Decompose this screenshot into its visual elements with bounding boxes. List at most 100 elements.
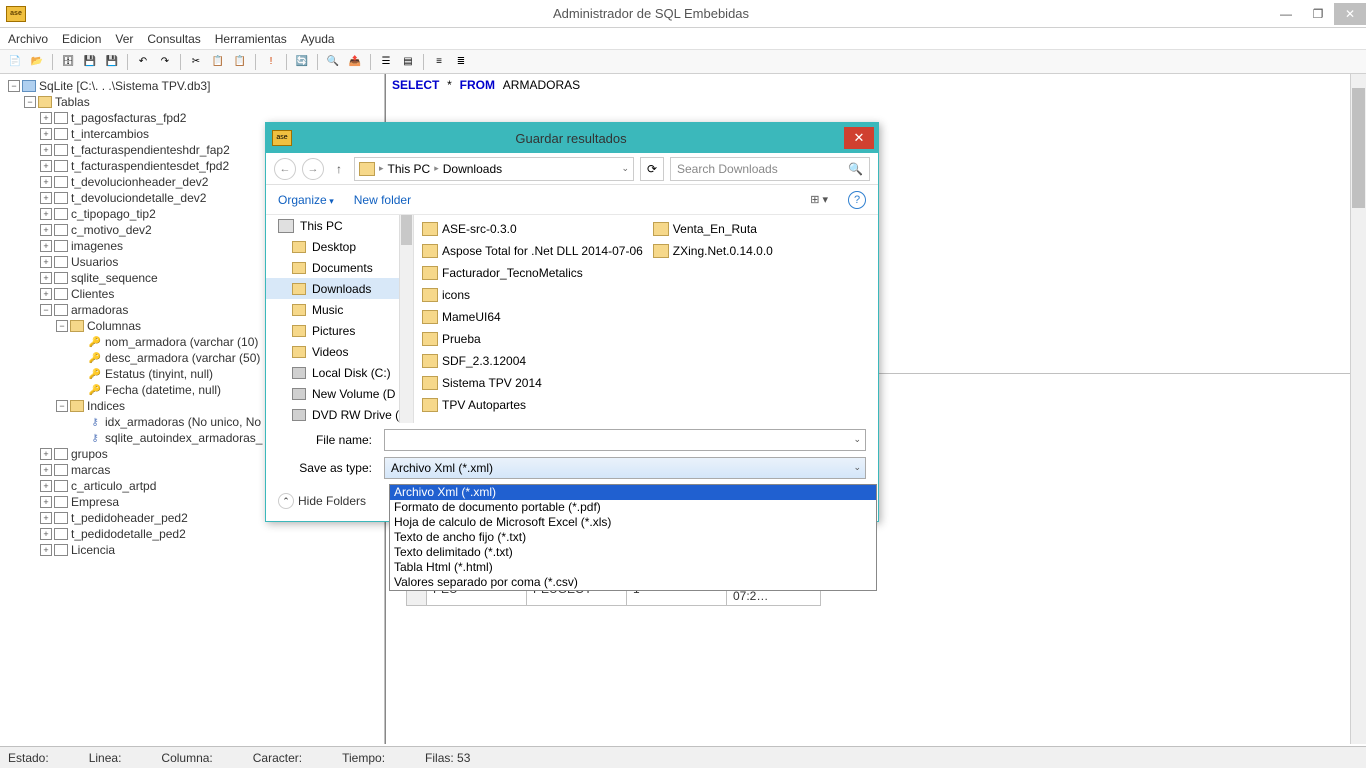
expand-icon[interactable]: + xyxy=(40,256,52,268)
tree-item[interactable]: sqlite_sequence xyxy=(71,271,158,285)
expand-icon[interactable]: − xyxy=(56,400,68,412)
tb-new-icon[interactable]: 📄 xyxy=(6,53,24,71)
tree-index[interactable]: idx_armadoras (No unico, No xyxy=(105,415,261,429)
new-folder-button[interactable]: New folder xyxy=(354,193,411,207)
sidebar-music[interactable]: Music xyxy=(266,299,413,320)
file-item[interactable]: Aspose Total for .Net DLL 2014-07-06 xyxy=(422,241,643,261)
view-button[interactable]: ⊞ ▾ xyxy=(810,193,828,206)
file-item[interactable]: TPV Autopartes xyxy=(422,395,643,415)
tree-root[interactable]: SqLite [C:\. . .\Sistema TPV.db3] xyxy=(39,79,210,93)
expand-icon[interactable]: + xyxy=(40,288,52,300)
tree-item[interactable]: t_intercambios xyxy=(71,127,149,141)
tree-item[interactable]: c_motivo_dev2 xyxy=(71,223,152,237)
expand-icon[interactable]: + xyxy=(40,272,52,284)
expand-icon[interactable]: + xyxy=(40,480,52,492)
sidebar-desktop[interactable]: Desktop xyxy=(266,236,413,257)
file-item[interactable]: MameUI64 xyxy=(422,307,643,327)
tb-refresh-icon[interactable]: 🔄 xyxy=(293,53,311,71)
expand-icon[interactable]: − xyxy=(56,320,68,332)
filename-input[interactable]: ⌄ xyxy=(384,429,866,451)
expand-icon[interactable]: − xyxy=(24,96,36,108)
dropdown-option[interactable]: Texto delimitado (*.txt) xyxy=(390,545,876,560)
sidebar-scrollbar[interactable] xyxy=(399,215,413,423)
sidebar-downloads[interactable]: Downloads xyxy=(266,278,413,299)
sidebar-thispc[interactable]: This PC xyxy=(266,215,413,236)
file-item[interactable]: Facturador_TecnoMetalics xyxy=(422,263,643,283)
tree-index[interactable]: sqlite_autoindex_armadoras_ xyxy=(105,431,262,445)
tree-item[interactable]: t_pedidoheader_ped2 xyxy=(71,511,188,525)
menu-consultas[interactable]: Consultas xyxy=(147,32,200,46)
sidebar-videos[interactable]: Videos xyxy=(266,341,413,362)
tree-column[interactable]: Fecha (datetime, null) xyxy=(105,383,221,397)
expand-icon[interactable]: + xyxy=(40,112,52,124)
vertical-scrollbar[interactable] xyxy=(1350,74,1366,744)
tb-open-icon[interactable]: 📂 xyxy=(28,53,46,71)
file-item[interactable]: SDF_2.3.12004 xyxy=(422,351,643,371)
expand-icon[interactable]: + xyxy=(40,208,52,220)
expand-icon[interactable]: + xyxy=(40,192,52,204)
tb-paste-icon[interactable]: 📋 xyxy=(231,53,249,71)
tree-column[interactable]: Estatus (tinyint, null) xyxy=(105,367,213,381)
tree-item[interactable]: Usuarios xyxy=(71,255,118,269)
tree-indices[interactable]: Indices xyxy=(87,399,125,413)
menu-edicion[interactable]: Edicion xyxy=(62,32,101,46)
file-item[interactable]: ASE-src-0.3.0 xyxy=(422,219,643,239)
tree-item[interactable]: Licencia xyxy=(71,543,115,557)
dropdown-option[interactable]: Tabla Html (*.html) xyxy=(390,560,876,575)
tree-item[interactable]: t_facturaspendientesdet_fpd2 xyxy=(71,159,229,173)
tree-item[interactable]: t_devoluciondetalle_dev2 xyxy=(71,191,206,205)
tb-cut-icon[interactable]: ✂ xyxy=(187,53,205,71)
dropdown-option[interactable]: Formato de documento portable (*.pdf) xyxy=(390,500,876,515)
path-segment[interactable]: Downloads xyxy=(443,162,502,176)
tb-export-icon[interactable]: 📤 xyxy=(346,53,364,71)
tb-align-icon[interactable]: ≡ xyxy=(430,53,448,71)
expand-icon[interactable]: + xyxy=(40,528,52,540)
organize-button[interactable]: Organize xyxy=(278,193,334,207)
search-input[interactable]: Search Downloads 🔍 xyxy=(670,157,870,181)
expand-icon[interactable]: + xyxy=(40,160,52,172)
tree-item[interactable]: c_tipopago_tip2 xyxy=(71,207,156,221)
tree-item[interactable]: t_facturaspendienteshdr_fap2 xyxy=(71,143,230,157)
saveastype-combo[interactable]: Archivo Xml (*.xml)⌄ xyxy=(384,457,866,479)
tree-armadoras[interactable]: armadoras xyxy=(71,303,128,317)
expand-icon[interactable]: + xyxy=(40,240,52,252)
file-item[interactable]: Prueba xyxy=(422,329,643,349)
sidebar-localc[interactable]: Local Disk (C:) xyxy=(266,362,413,383)
file-item[interactable]: Venta_En_Ruta xyxy=(653,219,773,239)
tree-columnas[interactable]: Columnas xyxy=(87,319,141,333)
expand-icon[interactable]: + xyxy=(40,176,52,188)
tree-item[interactable]: c_articulo_artpd xyxy=(71,479,156,493)
help-button[interactable]: ? xyxy=(848,191,866,209)
filetype-dropdown[interactable]: Archivo Xml (*.xml)Formato de documento … xyxy=(389,484,877,591)
tb-fwd-icon[interactable]: ↷ xyxy=(156,53,174,71)
file-item[interactable]: icons xyxy=(422,285,643,305)
tb-list-icon[interactable]: ☰ xyxy=(377,53,395,71)
dialog-close-button[interactable]: ✕ xyxy=(844,127,874,149)
scroll-thumb[interactable] xyxy=(1352,88,1365,208)
tree-item[interactable]: t_devolucionheader_dev2 xyxy=(71,175,208,189)
nav-forward-button[interactable]: → xyxy=(302,158,324,180)
tree-item[interactable]: marcas xyxy=(71,463,110,477)
expand-icon[interactable]: + xyxy=(40,496,52,508)
breadcrumb[interactable]: ▸ This PC ▸ Downloads ⌄ xyxy=(354,157,634,181)
tb-alert-icon[interactable]: ! xyxy=(262,53,280,71)
expand-icon[interactable]: + xyxy=(40,144,52,156)
expand-icon[interactable]: + xyxy=(40,512,52,524)
tree-column[interactable]: desc_armadora (varchar (50) xyxy=(105,351,260,365)
expand-icon[interactable]: + xyxy=(40,224,52,236)
expand-icon[interactable]: + xyxy=(40,544,52,556)
file-item[interactable]: Sistema TPV 2014 xyxy=(422,373,643,393)
tree-column[interactable]: nom_armadora (varchar (10) xyxy=(105,335,258,349)
tb-grid-icon[interactable]: ▤ xyxy=(399,53,417,71)
maximize-button[interactable]: ❐ xyxy=(1302,3,1334,25)
tb-save-icon[interactable]: 💾 xyxy=(81,53,99,71)
tb-copy-icon[interactable]: 📋 xyxy=(209,53,227,71)
path-segment[interactable]: This PC xyxy=(388,162,431,176)
menu-archivo[interactable]: Archivo xyxy=(8,32,48,46)
tb-back-icon[interactable]: ↶ xyxy=(134,53,152,71)
tree-tablas[interactable]: Tablas xyxy=(55,95,90,109)
dropdown-option[interactable]: Hoja de calculo de Microsoft Excel (*.xl… xyxy=(390,515,876,530)
tree-item[interactable]: t_pagosfacturas_fpd2 xyxy=(71,111,186,125)
chevron-down-icon[interactable]: ⌄ xyxy=(621,163,629,174)
close-button[interactable]: ✕ xyxy=(1334,3,1366,25)
